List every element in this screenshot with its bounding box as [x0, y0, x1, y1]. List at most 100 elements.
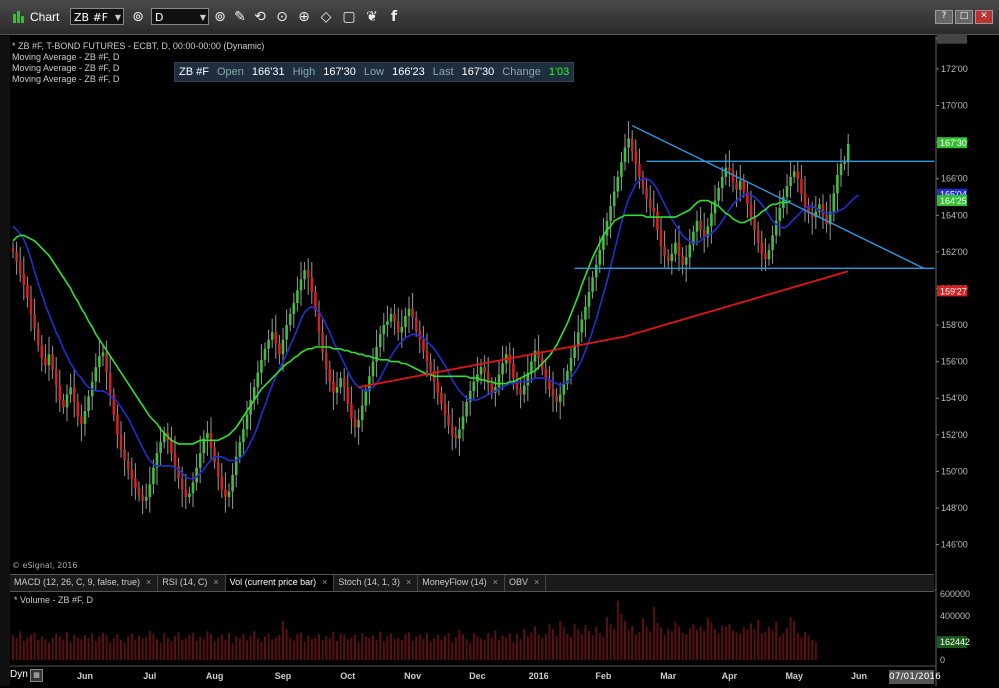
candle	[353, 418, 357, 428]
close-button[interactable]: ✕	[975, 10, 993, 24]
candle	[126, 460, 130, 470]
chevron-down-icon[interactable]: ▼	[200, 9, 206, 26]
volume-bar	[321, 639, 324, 660]
interval-input[interactable]: D ▼	[151, 8, 209, 25]
time-axis: Jun Jul Aug Sep Oct Nov Dec 2016 Feb Mar Apr May Jun	[10, 665, 936, 681]
volume-bar	[476, 636, 479, 660]
candle	[843, 162, 846, 165]
volume-bar	[228, 632, 230, 660]
volume-tick-label: 162442	[940, 637, 970, 647]
price-label: 167'30	[940, 138, 967, 148]
volume-bar	[804, 631, 806, 660]
volume-bar	[688, 628, 691, 660]
close-icon[interactable]: ×	[493, 575, 498, 591]
volume-bar	[775, 621, 778, 660]
volume-bar	[692, 624, 695, 660]
tab-stoch[interactable]: Stoch (14, 1, 3) ×	[334, 575, 419, 591]
ma-fast-line	[12, 177, 860, 480]
volume-bar	[364, 636, 367, 660]
ma-info-1: Moving Average - ZB #F, D	[12, 52, 120, 62]
tab-macd[interactable]: MACD (12, 26, C, 9, false, true) ×	[10, 575, 159, 591]
high-label: High	[292, 66, 316, 78]
candle	[159, 442, 162, 454]
volume-bar	[84, 635, 86, 660]
volume-bar	[624, 620, 626, 660]
volume-bar	[307, 635, 310, 660]
tab-moneyflow[interactable]: MoneyFlow (14) ×	[418, 575, 506, 591]
candle	[177, 465, 180, 479]
candle	[224, 489, 227, 497]
y-tick-label: 150'00	[941, 466, 968, 476]
volume-bar	[156, 639, 158, 660]
tab-rsi[interactable]: RSI (14, C) ×	[158, 575, 226, 591]
candle	[40, 345, 44, 358]
twitter-icon[interactable]: ❦	[364, 8, 380, 26]
volume-bar	[51, 637, 54, 660]
price-label: 164'25	[940, 196, 967, 206]
candle	[695, 220, 699, 232]
candle	[652, 207, 656, 212]
volume-bar	[278, 634, 281, 660]
restore-button[interactable]: □	[955, 10, 973, 24]
volume-bar	[764, 631, 767, 660]
volume-bar	[375, 639, 378, 660]
volume-bar	[429, 641, 432, 660]
symbol-input[interactable]: ZB #F ▼	[70, 8, 124, 25]
volume-bar	[505, 637, 508, 660]
candle	[216, 462, 220, 477]
volume-bar	[271, 639, 274, 660]
volume-tick-label: 0	[940, 655, 945, 665]
volume-bar	[645, 626, 648, 660]
candle	[753, 217, 756, 230]
volume-bar	[102, 632, 104, 660]
volume-bar	[328, 638, 331, 660]
close-icon[interactable]: ×	[213, 575, 218, 591]
volume-bar	[555, 636, 558, 660]
cycle-icon[interactable]: ⟲	[252, 8, 268, 26]
candle	[303, 270, 306, 280]
zoom-icon[interactable]: ⊕	[296, 8, 312, 26]
tab-obv[interactable]: OBV ×	[505, 575, 547, 591]
volume-bar	[591, 635, 594, 660]
volume-bar	[386, 636, 389, 660]
close-icon[interactable]: ×	[406, 575, 411, 591]
volume-bar	[260, 642, 263, 660]
date-box[interactable]: 07/01/2016	[889, 670, 941, 684]
candle	[479, 367, 483, 375]
candle	[270, 332, 274, 340]
volume-bar	[372, 635, 374, 660]
comment-icon[interactable]: ▢	[341, 8, 357, 26]
volume-bar	[566, 633, 569, 660]
close-icon[interactable]: ×	[534, 575, 539, 591]
volume-bar	[793, 620, 796, 660]
facebook-icon[interactable]: f	[386, 8, 402, 26]
refresh-icon[interactable]: ⊚	[212, 8, 228, 26]
volume-bar	[548, 623, 551, 660]
play-icon[interactable]: ⊙	[274, 8, 290, 26]
volume-bar	[62, 639, 65, 660]
x-tick-label: May	[785, 671, 803, 681]
dyn-toggle[interactable]: ▦	[30, 669, 43, 682]
close-icon[interactable]: ×	[322, 575, 327, 591]
candle	[800, 178, 803, 194]
link-icon[interactable]: ⊚	[130, 8, 146, 26]
volume-bar	[465, 639, 468, 660]
help-button[interactable]: ?	[935, 10, 953, 24]
volume-bar	[462, 634, 464, 660]
candle	[29, 297, 33, 315]
volume-bar	[91, 633, 94, 660]
tag-icon[interactable]: ◇	[318, 8, 334, 26]
pencil-icon[interactable]: ✎	[232, 8, 248, 26]
tab-volume[interactable]: Vol (current price bar) ×	[225, 575, 335, 591]
y-tick-label: 162'00	[941, 247, 968, 257]
candle	[213, 447, 216, 463]
volume-bar	[418, 634, 421, 660]
candle	[76, 401, 80, 417]
volume-bar	[602, 636, 605, 660]
candle	[710, 213, 713, 227]
volume-bar	[145, 637, 148, 660]
chevron-down-icon[interactable]: ▼	[115, 9, 121, 26]
candle	[65, 394, 69, 408]
close-icon[interactable]: ×	[146, 575, 151, 591]
candle	[638, 164, 641, 177]
